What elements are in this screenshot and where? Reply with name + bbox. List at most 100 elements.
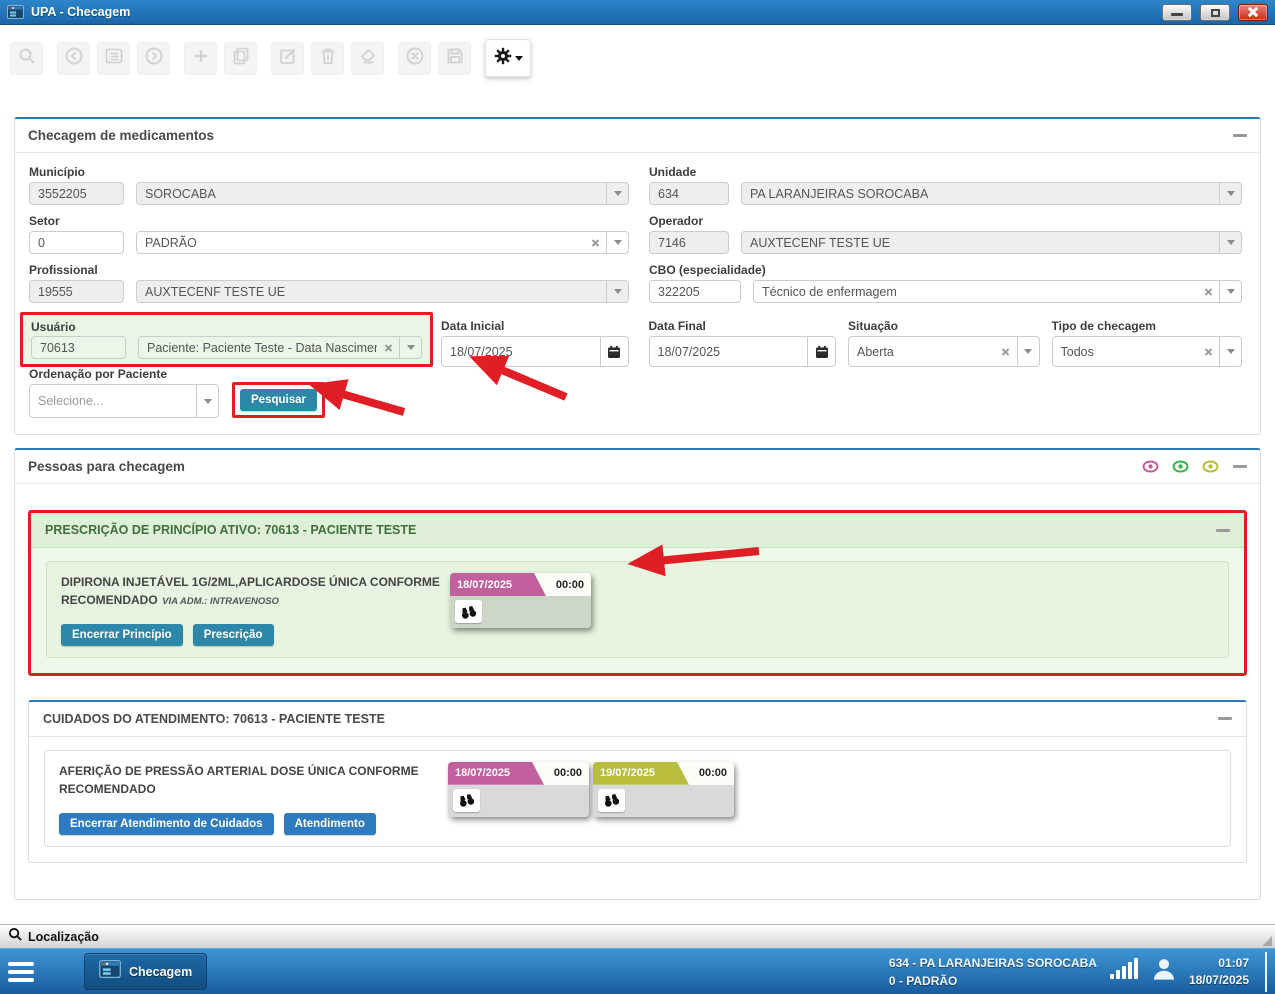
tipo-checagem-select[interactable]: Todos [1052, 336, 1243, 367]
previous-button[interactable] [57, 42, 90, 75]
main-content: Checagem de medicamentos Município 35522… [0, 91, 1275, 924]
clear-icon[interactable] [995, 337, 1017, 366]
maximize-button[interactable] [1200, 4, 1230, 21]
pesquisar-annotation-box: Pesquisar [232, 382, 325, 418]
usuario-select[interactable]: Paciente: Paciente Teste - Data Nascimen… [138, 336, 422, 359]
results-body: PRESCRIÇÃO DE PRINCÍPIO ATIVO: 70613 - P… [15, 484, 1260, 899]
binoculars-button[interactable] [455, 600, 482, 623]
atendimento-button[interactable]: Atendimento [284, 813, 376, 835]
chevron-down-icon[interactable] [606, 232, 628, 253]
user-icon[interactable] [1151, 956, 1177, 987]
chevron-down-icon[interactable] [1017, 337, 1039, 366]
collapse-icon[interactable] [1233, 134, 1247, 137]
unidade-select: PA LARANJEIRAS SOROCABA [741, 182, 1242, 205]
cbo-code-field[interactable]: 322205 [649, 280, 741, 303]
eye-olive-icon[interactable] [1202, 459, 1219, 474]
ordenacao-select[interactable]: Selecione... [29, 384, 219, 418]
setor-select[interactable]: PADRÃO [136, 231, 629, 254]
chip-time: 00:00 [689, 762, 734, 785]
next-button[interactable] [137, 42, 170, 75]
calendar-icon[interactable] [600, 337, 628, 366]
setor-code-field[interactable]: 0 [29, 231, 124, 254]
binoculars-button[interactable] [453, 789, 480, 812]
taskbar-date: 18/07/2025 [1189, 973, 1249, 987]
taskbar-time: 01:07 [1218, 956, 1249, 970]
clear-icon[interactable] [377, 337, 399, 358]
prescription-panel: PRESCRIÇÃO DE PRINCÍPIO ATIVO: 70613 - P… [28, 510, 1247, 676]
collapse-icon[interactable] [1216, 529, 1230, 532]
close-button[interactable] [1238, 4, 1268, 21]
search-toolbar-button[interactable] [10, 42, 43, 75]
cancel-button[interactable] [398, 42, 431, 75]
task-button-checagem[interactable]: Checagem [84, 953, 207, 990]
municipio-select: SOROCABA [136, 182, 629, 205]
minimize-button[interactable] [1162, 4, 1192, 21]
taskbar: Checagem 634 - PA LARANJEIRAS SOROCABA 0… [0, 948, 1275, 994]
filters-form: Município 3552205 SOROCABA Unidade 634 P… [15, 153, 1260, 434]
encerrar-atendimento-button[interactable]: Encerrar Atendimento de Cuidados [59, 813, 274, 835]
results-panel-header: Pessoas para checagem [15, 450, 1260, 484]
cancel-icon [406, 47, 424, 70]
save-button[interactable] [438, 42, 471, 75]
care-panel: CUIDADOS DO ATENDIMENTO: 70613 - PACIENT… [28, 700, 1247, 863]
municipio-label: Município [29, 165, 629, 179]
profissional-code-field: 19555 [29, 280, 124, 303]
data-final-input[interactable]: 18/07/2025 [649, 336, 837, 367]
clear-icon[interactable] [584, 232, 606, 253]
location-bar: Localização [0, 924, 1275, 948]
results-panel-title: Pessoas para checagem [28, 459, 1129, 474]
edit-icon [279, 47, 297, 70]
cbo-label: CBO (especialidade) [649, 263, 1242, 277]
eye-pink-icon[interactable] [1142, 459, 1159, 474]
data-inicial-input[interactable]: 18/07/2025 [441, 336, 629, 367]
chip-time: 00:00 [544, 762, 589, 785]
cbo-select[interactable]: Técnico de enfermagem [753, 280, 1242, 303]
ordenacao-label: Ordenação por Paciente [29, 367, 219, 381]
profissional-label: Profissional [29, 263, 629, 277]
taskbar-clock: 01:07 18/07/2025 [1189, 955, 1249, 989]
situacao-select[interactable]: Aberta [848, 336, 1040, 367]
binoculars-button[interactable] [598, 789, 625, 812]
collapse-icon[interactable] [1233, 465, 1247, 468]
resize-grip[interactable] [1262, 936, 1272, 946]
setor-label: Setor [29, 214, 629, 228]
clear-icon[interactable] [1197, 281, 1219, 302]
eraser-icon [359, 47, 377, 70]
chevron-down-icon[interactable] [399, 337, 421, 358]
add-icon [192, 47, 210, 70]
next-icon [145, 47, 163, 70]
chevron-down-icon [606, 183, 628, 204]
toolbar [0, 25, 1275, 91]
list-button[interactable] [97, 42, 130, 75]
clear-icon[interactable] [1197, 337, 1219, 366]
encerrar-principio-button[interactable]: Encerrar Princípio [61, 624, 183, 646]
usuario-code-field[interactable]: 70613 [31, 336, 126, 359]
app-window-icon [99, 960, 121, 983]
collapse-icon[interactable] [1218, 717, 1232, 720]
chevron-down-icon[interactable] [196, 385, 218, 417]
chevron-down-icon [606, 281, 628, 302]
location-label: Localização [28, 930, 99, 944]
delete-button[interactable] [311, 42, 344, 75]
settings-menu-button[interactable] [485, 39, 531, 77]
chevron-down-icon[interactable] [1219, 281, 1241, 302]
chevron-down-icon[interactable] [1219, 337, 1241, 366]
menu-icon[interactable] [8, 962, 38, 982]
prescription-panel-title: PRESCRIÇÃO DE PRINCÍPIO ATIVO: 70613 - P… [45, 523, 1202, 537]
care-name: AFERIÇÃO DE PRESSÃO ARTERIAL DOSE ÚNICA … [59, 764, 419, 796]
add-button[interactable] [184, 42, 217, 75]
pesquisar-button[interactable]: Pesquisar [240, 389, 317, 411]
usuario-annotation-box: Usuário 70613 Paciente: Paciente Teste -… [20, 312, 433, 367]
calendar-icon[interactable] [807, 337, 835, 366]
edit-button[interactable] [271, 42, 304, 75]
care-panel-header: CUIDADOS DO ATENDIMENTO: 70613 - PACIENT… [29, 702, 1246, 737]
filters-panel-title: Checagem de medicamentos [28, 128, 1219, 143]
eraser-button[interactable] [351, 42, 384, 75]
chevron-down-icon [515, 56, 523, 61]
app-window: UPA - Checagem Checagem de medicamentos [0, 0, 1275, 994]
prescricao-button[interactable]: Prescrição [193, 624, 274, 646]
copy-button[interactable] [224, 42, 257, 75]
task-label: Checagem [129, 965, 192, 979]
unidade-code-field: 634 [649, 182, 729, 205]
eye-green-icon[interactable] [1172, 459, 1189, 474]
